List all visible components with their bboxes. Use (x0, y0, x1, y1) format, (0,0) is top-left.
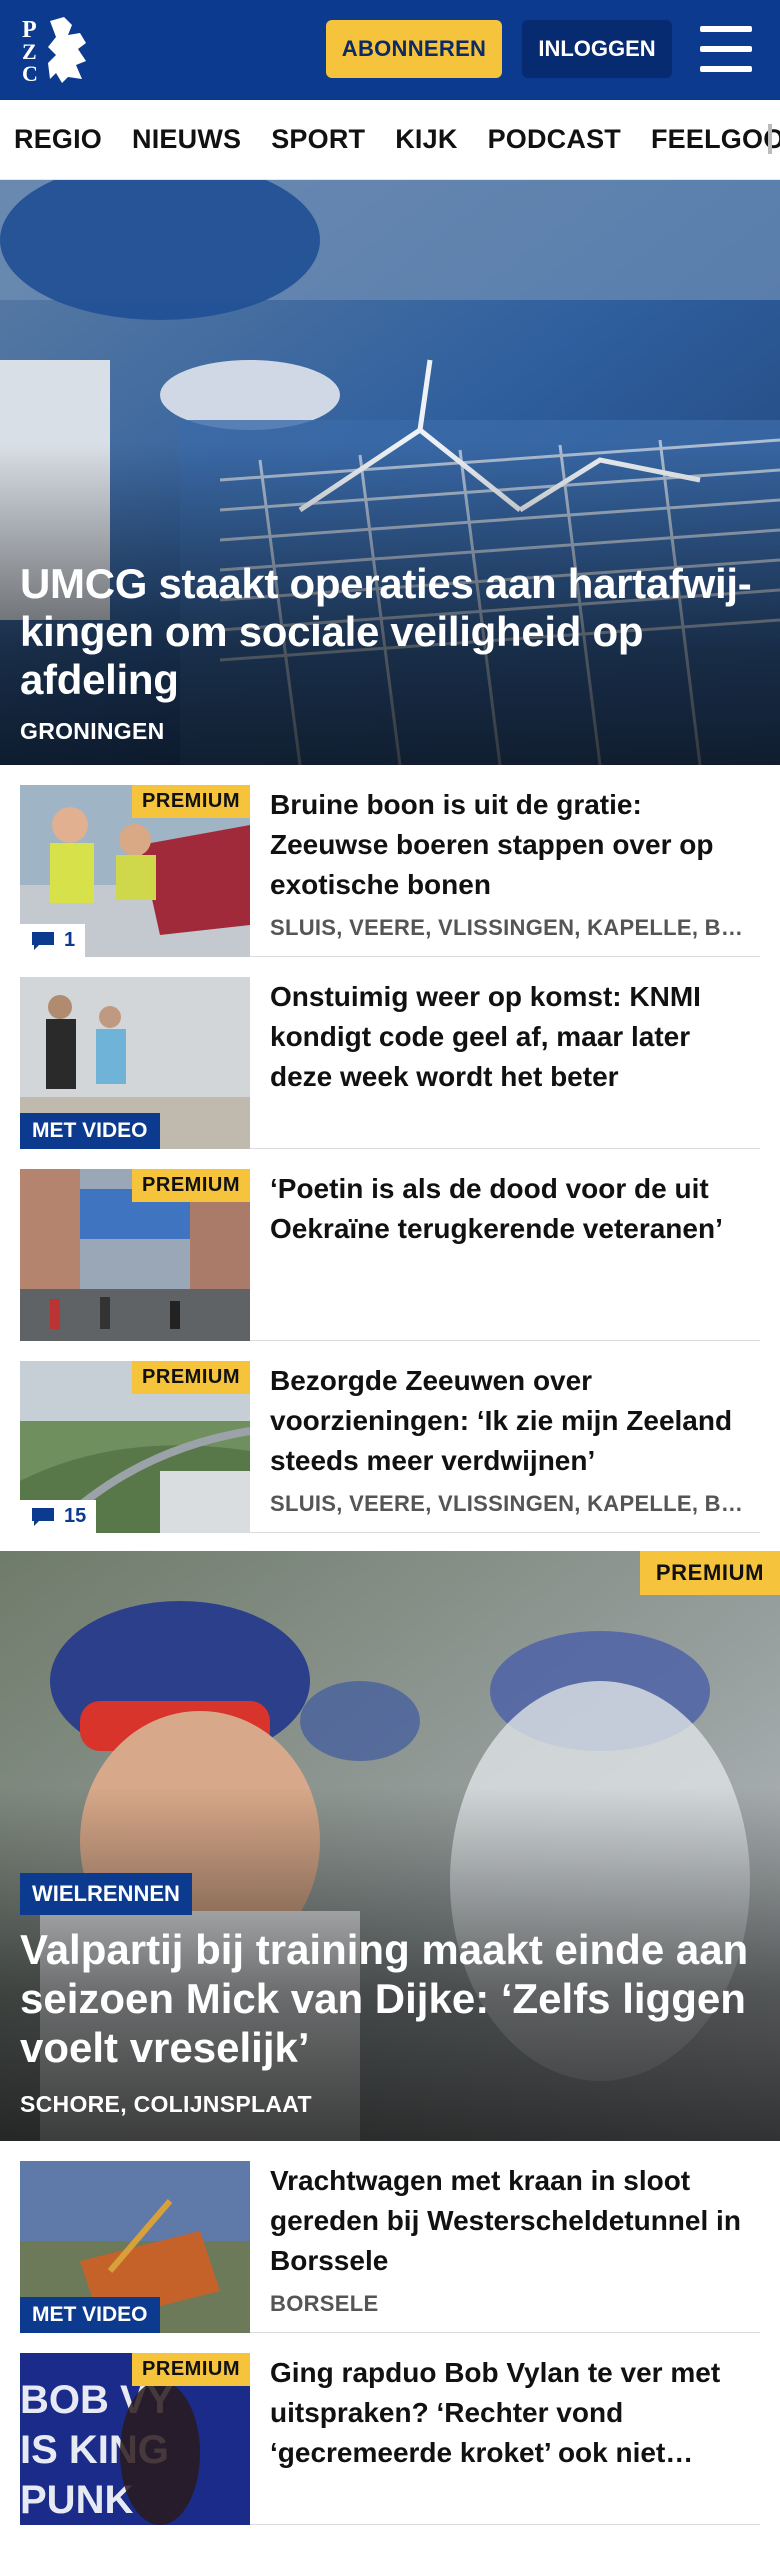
category-label[interactable]: WIELRENNEN (20, 1873, 192, 1915)
list-item[interactable]: MET VIDEO Vrachtwagen met kraan in sloot… (20, 2141, 760, 2333)
section-nav: REGIO NIEUWS SPORT KIJK PODCAST FEELGOOD (0, 100, 780, 180)
hamburger-icon[interactable] (700, 26, 752, 72)
nav-item-podcast[interactable]: PODCAST (488, 124, 621, 155)
nav-item-regio[interactable]: REGIO (14, 124, 102, 155)
comment-count[interactable]: 15 (20, 1500, 97, 1533)
hero-title[interactable]: UMCG staakt operaties aan hartafwij­king… (20, 560, 760, 704)
login-button[interactable]: INLOGGEN (522, 20, 672, 78)
nav-item-kijk[interactable]: KIJK (395, 124, 457, 155)
featured-article[interactable]: PREMIUM WIELRENNEN Valpartij bij trainin… (0, 1551, 780, 2141)
list-item[interactable]: MET VIDEO Onstuimig weer op komst: KNMI … (20, 957, 760, 1149)
article-title[interactable]: Ging rapduo Bob Vylan te ver met uitspra… (270, 2353, 760, 2473)
article-location: SLUIS, VEERE, VLISSINGEN, KAPELLE, BORSE… (270, 1491, 760, 1516)
article-thumbnail: PREMIUM 1 (20, 785, 250, 957)
svg-text:PUNK: PUNK (20, 2478, 133, 2522)
comment-icon (32, 1507, 54, 1526)
site-header: P Z C ABONNEREN INLOGGEN (0, 0, 780, 100)
nav-overflow-indicator (768, 124, 772, 154)
nav-item-feelgood[interactable]: FEELGOOD (651, 124, 780, 155)
premium-badge: PREMIUM (132, 785, 250, 818)
article-title[interactable]: Vrachtwagen met kraan in sloot gereden b… (270, 2161, 760, 2281)
article-location: BORSELE (270, 2291, 379, 2316)
list-item[interactable]: PREMIUM ‘Poetin is als de dood voor de u… (20, 1149, 760, 1341)
comment-count[interactable]: 1 (20, 924, 86, 957)
article-thumbnail: PREMIUM 15 (20, 1361, 250, 1533)
nav-item-sport[interactable]: SPORT (271, 124, 365, 155)
article-title[interactable]: Bezorgde Zeeuwen over voorzieningen: ‘Ik… (270, 1361, 760, 1481)
list-item[interactable]: PREMIUM 1 Bruine boon is uit de gratie: … (20, 765, 760, 957)
video-badge: MET VIDEO (20, 2297, 160, 2333)
featured-location: SCHORE, COLIJNSPLAAT (20, 2091, 312, 2117)
article-title[interactable]: ‘Poetin is als de dood voor de uit Oekra… (270, 1169, 760, 1249)
article-title[interactable]: Onstuimig weer op komst: KNMI kondigt co… (270, 977, 760, 1097)
article-thumbnail: BOB VY IS KING PUNK PREMIUM (20, 2353, 250, 2525)
pzc-logo[interactable]: P Z C (20, 10, 110, 90)
article-thumbnail: MET VIDEO (20, 977, 250, 1149)
premium-badge: PREMIUM (132, 1169, 250, 1202)
article-thumbnail: PREMIUM (20, 1169, 250, 1341)
hero-location: GRONINGEN (20, 718, 165, 744)
comment-count-value: 15 (64, 1505, 87, 1527)
nav-item-nieuws[interactable]: NIEUWS (132, 124, 241, 155)
comment-count-value: 1 (64, 929, 76, 951)
hero-article[interactable]: UMCG staakt operaties aan hartafwij­king… (0, 180, 780, 765)
premium-badge: PREMIUM (132, 2353, 250, 2386)
premium-badge: PREMIUM (132, 1361, 250, 1394)
article-thumbnail: MET VIDEO (20, 2161, 250, 2333)
svg-text:C: C (22, 61, 38, 86)
subscribe-button[interactable]: ABONNEREN (326, 20, 502, 78)
list-item[interactable]: PREMIUM 15 Bezorgde Zeeuwen over voorzie… (20, 1341, 760, 1533)
article-title[interactable]: Bruine boon is uit de gratie: Zeeuwse bo… (270, 785, 760, 905)
featured-title[interactable]: Valpartij bij training maakt einde aan s… (20, 1925, 760, 2072)
list-item[interactable]: BOB VY IS KING PUNK PREMIUM Ging rapduo … (20, 2333, 760, 2525)
article-location: SLUIS, VEERE, VLISSINGEN, KAPELLE, BORSE… (270, 915, 760, 940)
premium-badge: PREMIUM (639, 1551, 780, 1595)
comment-icon (32, 931, 54, 950)
video-badge: MET VIDEO (20, 1113, 160, 1149)
